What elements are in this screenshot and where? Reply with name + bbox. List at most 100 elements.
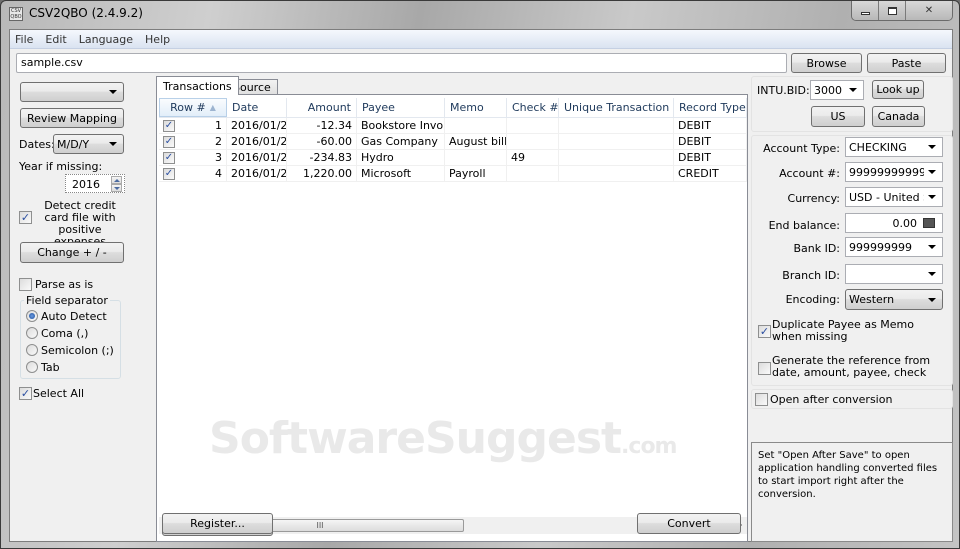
currency-select[interactable]: USD - United Sta [845,187,943,207]
row-number-cell: ✓ 1 [159,118,227,133]
duplicate-payee-checkbox[interactable]: ✓ [758,325,771,338]
row-checkbox[interactable]: ✓ [163,167,175,180]
chevron-down-icon [928,297,936,302]
radio-auto-detect[interactable] [26,310,38,322]
chevron-down-icon [109,142,117,146]
check-icon: ✓ [164,151,174,163]
menu-help[interactable]: Help [145,33,170,46]
detect-credit-label: Detect credit card file with positive ex… [44,199,116,248]
radio-semicolon[interactable] [26,344,38,356]
column-header-check[interactable]: Check # [507,98,559,117]
account-number-select[interactable]: 999999999999 [845,162,943,182]
year-spinner[interactable]: 2016 [65,174,125,193]
open-after-label: Open after conversion [770,393,893,406]
column-header-uid[interactable]: Unique Transaction ID [559,98,674,117]
watermark-text: SoftwareSuggest [209,413,622,464]
table-row[interactable]: ✓12016/01/23-12.34Bookstore InvoiceDEBIT [159,118,747,134]
branch-id-select[interactable] [845,264,943,284]
browse-button[interactable]: Browse [791,53,862,73]
cell-check [507,134,559,149]
table-row[interactable]: ✓22016/01/23-60.00Gas CompanyAugust bill… [159,134,747,150]
column-header-row[interactable]: Row # ▲ [159,98,227,117]
cell-memo: August bill [445,134,507,149]
change-sign-button[interactable]: Change + / - [20,242,124,263]
radio-auto-detect-label: Auto Detect [41,310,107,323]
cell-uid [559,166,674,181]
menu-language[interactable]: Language [79,33,133,46]
column-header-memo[interactable]: Memo [445,98,507,117]
calculator-icon[interactable] [923,218,935,228]
menu-edit[interactable]: Edit [45,33,66,46]
radio-semicolon-label: Semicolon (;) [41,344,114,357]
app-window: CSV QBO CSV2QBO (2.4.9.2) ✕ File Edit Lan… [0,0,960,549]
cell-uid [559,150,674,165]
account-type-value: CHECKING [849,140,907,154]
paste-button[interactable]: Paste [867,53,946,73]
row-checkbox[interactable]: ✓ [163,135,175,148]
encoding-select[interactable]: Western [845,289,943,310]
year-missing-label: Year if missing: [19,160,103,173]
generate-reference-checkbox[interactable] [758,362,771,375]
parse-as-is-checkbox[interactable] [19,278,32,291]
end-balance-label: End balance: [768,219,840,232]
tab-transactions[interactable]: Transactions [156,76,239,95]
canada-button[interactable]: Canada [872,106,925,127]
close-button[interactable]: ✕ [906,1,952,20]
field-separator-title: Field separator [24,294,110,307]
currency-label: Currency: [787,192,840,205]
review-mapping-button[interactable]: Review Mapping [20,108,124,128]
chevron-down-icon [928,195,936,199]
row-checkbox[interactable]: ✓ [163,151,175,164]
account-type-label: Account Type: [763,142,840,155]
dates-format-select[interactable]: M/D/Y [53,134,124,154]
spin-down-icon[interactable] [111,184,122,192]
menu-bar: File Edit Language Help [10,30,952,49]
chevron-down-icon [928,170,936,174]
table-row[interactable]: ✓42016/01/241,220.00MicrosoftPayrollCRED… [159,166,747,182]
bank-id-select[interactable]: 999999999 [845,237,943,257]
column-header-date[interactable]: Date [227,98,287,117]
radio-coma[interactable] [26,327,38,339]
hint-panel: Set "Open After Save" to open applicatio… [751,442,953,542]
maximize-button[interactable] [879,1,906,20]
register-button[interactable]: Register... [162,513,273,534]
lookup-button[interactable]: Look up [872,80,924,99]
column-header-record-type[interactable]: Record Type [674,98,747,117]
minimize-button[interactable] [852,1,879,20]
spin-up-icon[interactable] [111,176,122,184]
account-number-value: 999999999999 [849,165,924,179]
title-bar[interactable]: CSV QBO CSV2QBO (2.4.9.2) ✕ [1,1,959,29]
table-row[interactable]: ✓32016/01/23-234.83Hydro49DEBIT [159,150,747,166]
select-all-checkbox[interactable]: ✓ [19,387,32,400]
select-all-label: Select All [33,387,85,400]
cell-uid [559,118,674,133]
row-number: 2 [215,135,222,148]
column-header-amount[interactable]: Amount [287,98,357,117]
generate-reference-label: Generate the reference from date, amount… [772,354,931,379]
detect-credit-checkbox[interactable]: ✓ [19,211,32,224]
window-title: CSV2QBO (2.4.9.2) [29,6,143,20]
check-icon: ✓ [759,325,770,338]
mapping-combo[interactable] [20,82,124,102]
check-icon: ✓ [164,135,174,147]
open-after-checkbox[interactable] [755,393,768,406]
us-button[interactable]: US [811,106,865,127]
column-header-payee[interactable]: Payee [357,98,445,117]
file-path-input[interactable]: sample.csv [16,53,787,73]
minimize-icon [860,12,870,15]
cell-memo [445,118,507,133]
cell-check: 49 [507,150,559,165]
check-icon: ✓ [164,119,174,131]
intu-bid-select[interactable]: 3000 [810,80,864,100]
check-icon: ✓ [20,387,31,400]
end-balance-input[interactable]: 0.00 [845,213,943,233]
radio-tab[interactable] [26,361,38,373]
account-type-select[interactable]: CHECKING [845,137,943,157]
dates-format-value: M/D/Y [57,137,90,151]
dates-label: Dates: [19,138,55,151]
convert-button[interactable]: Convert [637,513,741,534]
row-number-cell: ✓ 2 [159,134,227,149]
menu-file[interactable]: File [15,33,33,46]
cell-amount: -234.83 [287,150,357,165]
row-checkbox[interactable]: ✓ [163,119,175,132]
